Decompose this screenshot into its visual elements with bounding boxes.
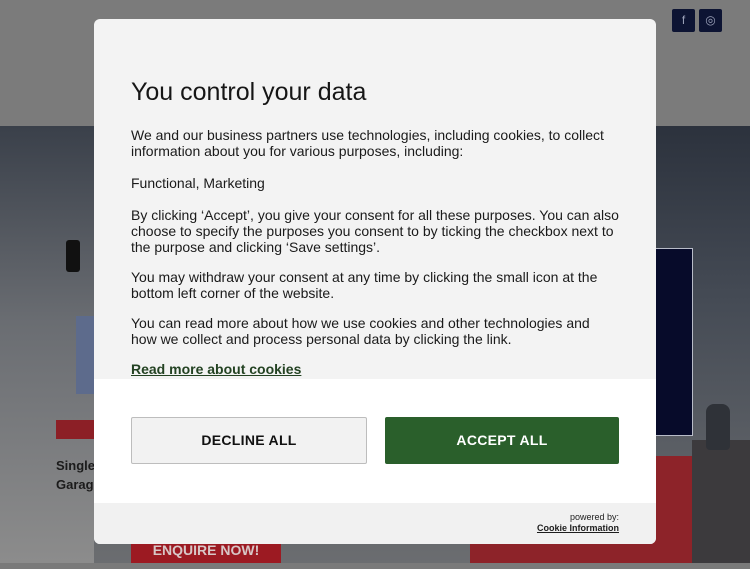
hero-furniture: [692, 440, 750, 563]
hero-panel-left: [76, 316, 94, 394]
powered-by-label: powered by:: [569, 512, 619, 522]
consent-button-area: DECLINE ALL ACCEPT ALL: [94, 379, 656, 503]
read-more-cookies-link[interactable]: Read more about cookies: [131, 361, 301, 377]
consent-read-more-text: You can read more about how we use cooki…: [131, 315, 590, 347]
hero-panel-right: [656, 248, 693, 436]
facebook-icon[interactable]: f: [672, 9, 695, 32]
product-tag: [56, 420, 94, 439]
consent-purposes: Functional, Marketing: [131, 175, 265, 191]
powered-by: powered by: Cookie Information: [537, 512, 619, 534]
pendant-lamp: [66, 240, 80, 272]
consent-withdraw-text: You may withdraw your consent at any tim…: [131, 269, 598, 301]
product-title-line2: Garag: [56, 477, 94, 492]
consent-intro-text: We and our business partners use technol…: [131, 127, 604, 159]
consent-title: You control your data: [131, 78, 367, 106]
consent-content: You control your data We and our busines…: [131, 77, 619, 377]
product-title-line1: Single: [56, 458, 96, 473]
decline-all-button[interactable]: DECLINE ALL: [131, 417, 367, 464]
accept-all-button[interactable]: ACCEPT ALL: [385, 417, 619, 464]
consent-accept-explanation: By clicking ‘Accept’, you give your cons…: [131, 207, 619, 255]
instagram-icon[interactable]: ◎: [699, 9, 722, 32]
cookie-information-link[interactable]: Cookie Information: [537, 523, 619, 534]
vase-decoration: [706, 404, 730, 450]
consent-footer: powered by: Cookie Information: [94, 503, 656, 544]
cookie-consent-dialog: You control your data We and our busines…: [94, 19, 656, 544]
